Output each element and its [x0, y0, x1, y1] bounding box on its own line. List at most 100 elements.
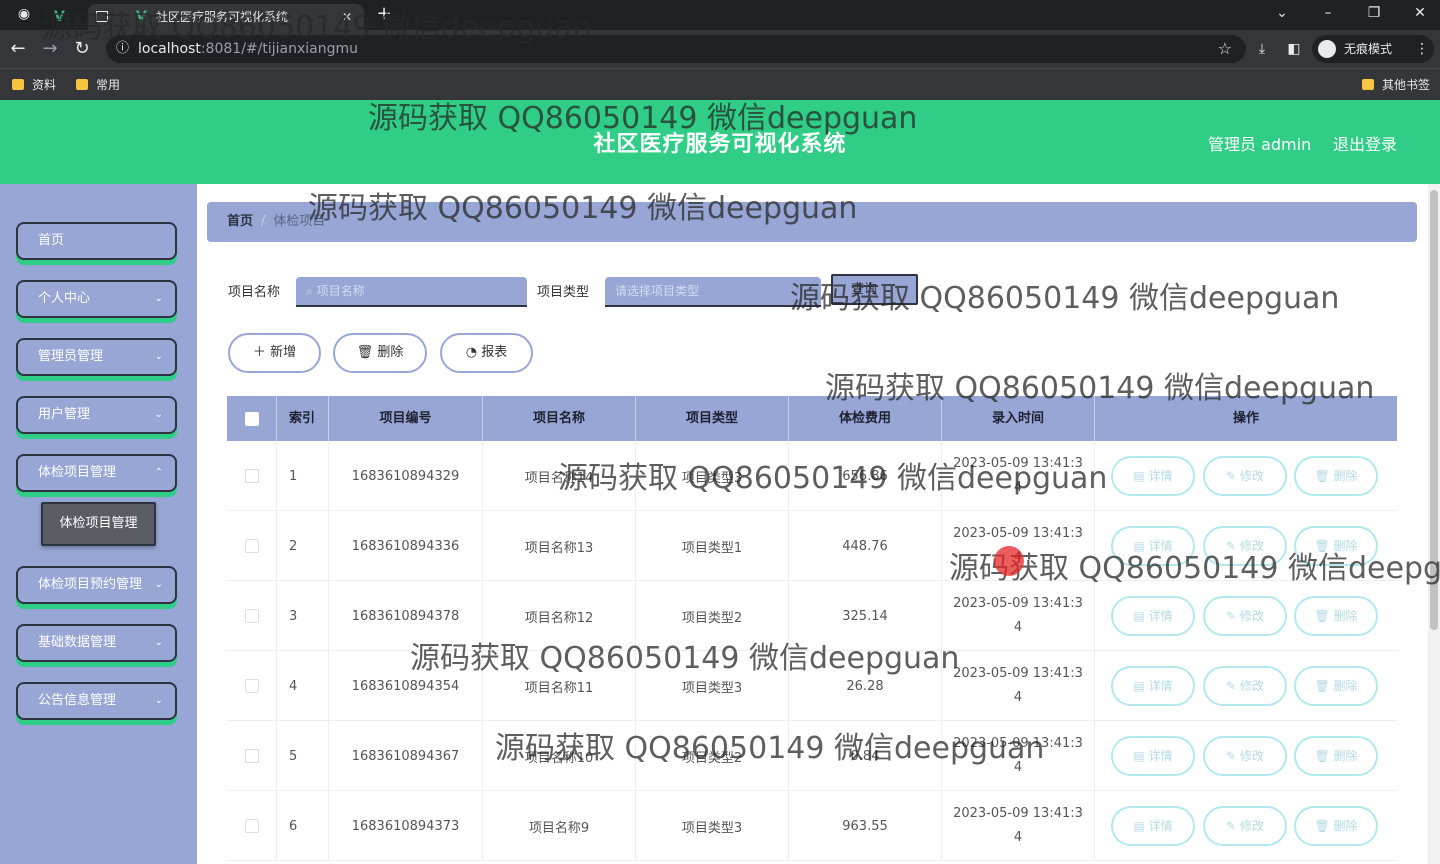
- table-row[interactable]: 2 1683610894336 项目名称13 项目类型1 448.76 2023-05-0…: [227, 511, 1397, 581]
- edit-button[interactable]: ✎ 修改: [1203, 596, 1287, 636]
- breadcrumb: 首页 / 体检项目: [207, 202, 1417, 242]
- download-icon[interactable]: ⤓: [1252, 39, 1272, 59]
- bookmark-folder-0[interactable]: 资料: [10, 75, 56, 95]
- edit-button[interactable]: ✎ 修改: [1203, 666, 1287, 706]
- sidebar-item-users[interactable]: 用户管理 ⌄: [16, 396, 177, 434]
- cursor-highlight: [994, 546, 1024, 576]
- cell-name: 项目名称9: [483, 791, 636, 861]
- row-checkbox[interactable]: [244, 469, 259, 483]
- sidebar-item-home[interactable]: 首页: [16, 222, 177, 260]
- table-row[interactable]: 4 1683610894354 项目名称11 项目类型3 26.28 2023-05-09…: [227, 651, 1397, 721]
- row-checkbox[interactable]: [244, 609, 259, 623]
- chevron-down-icon: ⌄: [154, 695, 163, 706]
- edit-button[interactable]: ✎ 修改: [1203, 736, 1287, 776]
- tab-close-icon[interactable]: ✕: [342, 4, 352, 30]
- sidebar-item-notices[interactable]: 公告信息管理 ⌄: [16, 682, 177, 720]
- query-button[interactable]: 查询: [831, 274, 918, 305]
- browser-menu-icon[interactable]: ◉: [14, 4, 34, 24]
- pencil-icon: ✎: [1226, 679, 1240, 693]
- edit-button[interactable]: ✎ 修改: [1203, 456, 1287, 496]
- browser-tab-inactive[interactable]: V: [46, 4, 86, 30]
- select-all-checkbox[interactable]: [244, 411, 259, 426]
- cell-fee: 0.84: [789, 721, 942, 791]
- table-row[interactable]: 6 1683610894373 项目名称9 项目类型3 963.55 2023-05-09…: [227, 791, 1397, 861]
- site-info-icon[interactable]: ⓘ: [116, 35, 129, 63]
- delete-button[interactable]: 🗑 删除: [1294, 666, 1378, 706]
- row-checkbox[interactable]: [244, 539, 259, 553]
- detail-button[interactable]: ▤ 详情: [1111, 666, 1195, 706]
- cell-code: 1683610894378: [329, 581, 483, 651]
- logout-link[interactable]: 退出登录: [1333, 131, 1397, 155]
- type-select[interactable]: 请选择项目类型: [605, 277, 821, 307]
- edit-button-label: 修改: [1239, 609, 1264, 623]
- delete-button[interactable]: 🗑 删除: [1294, 456, 1378, 496]
- cell-fee: 26.28: [789, 651, 942, 721]
- detail-button[interactable]: ▤ 详情: [1111, 736, 1195, 776]
- detail-button[interactable]: ▤ 详情: [1111, 596, 1195, 636]
- detail-button[interactable]: ▤ 详情: [1111, 806, 1195, 846]
- delete-button-label: 删除: [1333, 539, 1358, 553]
- minimize-icon[interactable]: –: [1318, 3, 1338, 23]
- batch-delete-button[interactable]: 🗑 删除: [333, 333, 427, 373]
- pencil-icon: ✎: [1226, 539, 1240, 553]
- bookmark-star-icon[interactable]: ☆: [1218, 35, 1232, 63]
- detail-button-label: 详情: [1148, 679, 1173, 693]
- table-row[interactable]: 5 1683610894367 项目名称10 项目类型2 0.84 2023-05-09 …: [227, 721, 1397, 791]
- doc-icon: ▤: [1133, 679, 1149, 693]
- back-icon[interactable]: ←: [8, 39, 28, 59]
- detail-button[interactable]: ▤ 详情: [1111, 526, 1195, 566]
- row-checkbox[interactable]: [244, 679, 259, 693]
- row-checkbox[interactable]: [244, 749, 259, 763]
- forward-icon[interactable]: →: [40, 39, 60, 59]
- cell-time-text: 2023-05-09 13:41:34: [953, 596, 1083, 635]
- name-search-input[interactable]: ⌕ 项目名称: [296, 277, 527, 307]
- sidebar-item-admins[interactable]: 管理员管理 ⌄: [16, 338, 177, 376]
- other-bookmarks[interactable]: 其他书签: [1360, 75, 1430, 95]
- url-field[interactable]: ⓘ localhost:8081/#/tijianxiangmu ☆: [106, 35, 1246, 63]
- new-tab-icon[interactable]: +: [374, 4, 394, 24]
- sidebar-item-exam-items[interactable]: 体检项目管理 ⌃: [16, 454, 177, 492]
- chevron-down-icon: ⌄: [154, 579, 163, 590]
- detail-button-label: 详情: [1148, 749, 1173, 763]
- data-table: 索引 项目编号 项目名称 项目类型 体检费用 录入时间 操作 1 16836108…: [227, 396, 1397, 864]
- reload-icon[interactable]: ↻: [72, 39, 92, 59]
- cell-index: 3: [277, 581, 329, 651]
- delete-button[interactable]: 🗑 删除: [1294, 806, 1378, 846]
- sidebar-item-profile[interactable]: 个人中心 ⌄: [16, 280, 177, 318]
- breadcrumb-home[interactable]: 首页: [227, 214, 253, 229]
- doc-icon: ▤: [1133, 469, 1149, 483]
- detail-button[interactable]: ▤ 详情: [1111, 456, 1195, 496]
- sidepanel-icon[interactable]: ◧: [1284, 39, 1304, 59]
- table-row[interactable]: 3 1683610894378 项目名称12 项目类型2 325.14 2023-05-0…: [227, 581, 1397, 651]
- more-menu-icon[interactable]: ⋮: [1412, 39, 1432, 59]
- edit-button-label: 修改: [1239, 469, 1264, 483]
- tab-search-chevron-icon[interactable]: ⌄: [1272, 3, 1292, 23]
- window-close-icon[interactable]: ✕: [1410, 3, 1430, 23]
- cell-time: 2023-05-09 13:41:34: [942, 581, 1095, 651]
- sidebar-item-exam-booking[interactable]: 体检项目预约管理 ⌄: [16, 566, 177, 604]
- row-checkbox[interactable]: [244, 819, 259, 833]
- cell-fee: 656.86: [789, 441, 942, 511]
- restore-icon[interactable]: ❐: [1364, 3, 1384, 23]
- sidebar-item-basic-data[interactable]: 基础数据管理 ⌄: [16, 624, 177, 662]
- header-time: 录入时间: [942, 396, 1095, 441]
- submenu-exam-items-manage[interactable]: 体检项目管理: [41, 502, 156, 546]
- cell-time: 2023-05-09 13:41:34: [942, 441, 1095, 511]
- doc-icon: ▤: [1133, 819, 1149, 833]
- table-row[interactable]: 1 1683610894329 项目名称14 项目类型3 656.86 2023-05-0…: [227, 441, 1397, 511]
- edit-button[interactable]: ✎ 修改: [1203, 526, 1287, 566]
- delete-button[interactable]: 🗑 删除: [1294, 596, 1378, 636]
- add-button[interactable]: ＋ 新增: [228, 333, 321, 373]
- bookmark-folder-1[interactable]: 常用: [74, 75, 120, 95]
- browser-tab-active[interactable]: V 社区医疗服务可视化系统 ✕: [88, 4, 364, 30]
- cell-ops: ▤ 详情 ✎ 修改 🗑 删除: [1095, 791, 1397, 861]
- scrollbar-thumb[interactable]: [1430, 190, 1438, 630]
- header-name: 项目名称: [483, 396, 636, 441]
- page-scrollbar[interactable]: [1428, 184, 1440, 864]
- edit-button[interactable]: ✎ 修改: [1203, 806, 1287, 846]
- delete-button[interactable]: 🗑 删除: [1294, 736, 1378, 776]
- row-select-cell: [227, 581, 277, 651]
- cell-name: 项目名称12: [483, 581, 636, 651]
- delete-button[interactable]: 🗑 删除: [1294, 526, 1378, 566]
- report-button[interactable]: ◔ 报表: [440, 333, 533, 373]
